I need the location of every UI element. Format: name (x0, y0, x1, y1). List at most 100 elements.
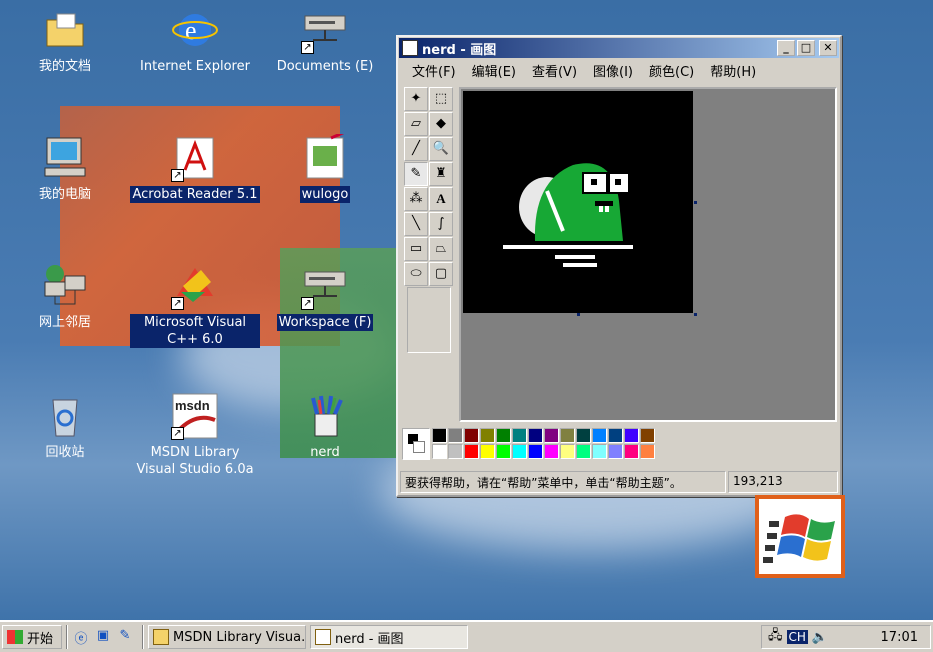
clock[interactable]: 17:01 (881, 630, 918, 645)
menu-view[interactable]: 查看(V) (524, 61, 585, 80)
divider (66, 625, 68, 649)
brush-tool-icon[interactable]: ♜ (429, 162, 453, 186)
shortcut-arrow-icon: ↗ (171, 297, 184, 310)
network-tray-icon[interactable]: 🖧 (768, 626, 783, 648)
close-button[interactable]: ✕ (819, 40, 837, 56)
free-select-tool-icon[interactable]: ✦ (404, 87, 428, 111)
desktop-quicklaunch-icon[interactable]: ▣ (94, 628, 112, 646)
network-drive-icon: ↗ (301, 6, 349, 54)
shortcut-arrow-icon: ↗ (171, 427, 184, 440)
color-swatch[interactable] (528, 444, 543, 459)
color-swatch[interactable] (448, 428, 463, 443)
eraser-tool-icon[interactable]: ▱ (404, 112, 428, 136)
drawing-canvas[interactable] (463, 91, 693, 313)
canvas-area[interactable] (459, 87, 837, 422)
line-tool-icon[interactable]: ╲ (404, 212, 428, 236)
polygon-tool-icon[interactable]: ⏢ (429, 237, 453, 261)
pencil-tool-icon[interactable]: ✎ (404, 162, 428, 186)
task-button-paint[interactable]: nerd - 画图 (310, 625, 468, 649)
resize-handle[interactable] (694, 201, 697, 204)
desktop-icon-recycle-bin[interactable]: 回收站 (0, 392, 130, 461)
color-swatch[interactable] (608, 428, 623, 443)
icon-label: Acrobat Reader 5.1 (130, 186, 260, 203)
divider (142, 625, 144, 649)
paint-window[interactable]: nerd - 画图 _ □ ✕ 文件(F) 编辑(E) 查看(V) 图像(I) … (396, 35, 842, 497)
desktop-icon-visual-cpp[interactable]: ↗ Microsoft Visual C++ 6.0 (130, 262, 260, 348)
start-button[interactable]: 开始 (2, 625, 62, 649)
language-indicator[interactable]: CH (786, 630, 808, 644)
color-swatch[interactable] (624, 444, 639, 459)
desktop-icon-acrobat-reader[interactable]: ↗ Acrobat Reader 5.1 (130, 134, 260, 203)
icon-label: 网上邻居 (38, 315, 91, 330)
toolbox: ✦ ⬚ ▱ ◆ ╱ 🔍 ✎ ♜ ⁂ A ╲ ∫ ▭ ⏢ ⬭ ▢ (404, 87, 454, 353)
desktop-icon-nerd[interactable]: nerd (260, 392, 390, 461)
eyedropper-tool-icon[interactable]: ╱ (404, 137, 428, 161)
menu-edit[interactable]: 编辑(E) (464, 61, 524, 80)
menu-colors[interactable]: 颜色(C) (641, 61, 702, 80)
color-swatch[interactable] (512, 444, 527, 459)
color-swatch[interactable] (448, 444, 463, 459)
desktop-icon-network-neighborhood[interactable]: 网上邻居 (0, 262, 130, 331)
desktop-icon-internet-explorer[interactable]: e Internet Explorer (130, 6, 260, 75)
color-swatch[interactable] (544, 428, 559, 443)
nerd-drawing-image (503, 163, 633, 267)
desktop-icon-msdn-library[interactable]: msdn ↗ MSDN Library Visual Studio 6.0a (130, 392, 260, 478)
desktop-icon-my-documents[interactable]: 我的文档 (0, 6, 130, 75)
text-tool-icon[interactable]: A (429, 187, 453, 211)
color-swatch[interactable] (512, 428, 527, 443)
ie-quicklaunch-icon[interactable]: ⓔ (72, 628, 90, 647)
status-bar: 要获得帮助，请在“帮助”菜单中，单击“帮助主题”。 193,213 (400, 471, 838, 493)
color-swatch[interactable] (624, 428, 639, 443)
desktop-icon-workspace-f[interactable]: ↗ Workspace (F) (260, 262, 390, 331)
rounded-rect-tool-icon[interactable]: ▢ (429, 262, 453, 286)
color-swatch[interactable] (576, 428, 591, 443)
color-swatch[interactable] (608, 444, 623, 459)
color-swatch[interactable] (560, 428, 575, 443)
color-swatch[interactable] (640, 428, 655, 443)
rectangle-tool-icon[interactable]: ▭ (404, 237, 428, 261)
svg-text:msdn: msdn (175, 398, 210, 413)
color-swatch[interactable] (528, 428, 543, 443)
fill-tool-icon[interactable]: ◆ (429, 112, 453, 136)
editor-quicklaunch-icon[interactable]: ✎ (116, 628, 134, 646)
color-swatch[interactable] (544, 444, 559, 459)
icon-label: 回收站 (45, 445, 85, 460)
desktop-icon-documents-e[interactable]: ↗ Documents (E) (260, 6, 390, 75)
title-bar[interactable]: nerd - 画图 _ □ ✕ (399, 38, 839, 58)
color-swatch[interactable] (496, 428, 511, 443)
color-swatch[interactable] (480, 428, 495, 443)
color-swatch[interactable] (496, 444, 511, 459)
color-swatch[interactable] (464, 428, 479, 443)
ellipse-tool-icon[interactable]: ⬭ (404, 262, 428, 286)
color-swatch[interactable] (592, 444, 607, 459)
rect-select-tool-icon[interactable]: ⬚ (429, 87, 453, 111)
menu-help[interactable]: 帮助(H) (702, 61, 764, 80)
color-swatch[interactable] (576, 444, 591, 459)
task-button-msdn[interactable]: MSDN Library Visua... (148, 625, 306, 649)
color-swatch[interactable] (592, 428, 607, 443)
color-swatch[interactable] (464, 444, 479, 459)
color-swatch[interactable] (480, 444, 495, 459)
resize-handle[interactable] (694, 313, 697, 316)
color-swatch[interactable] (640, 444, 655, 459)
recycle-bin-icon (41, 392, 89, 440)
color-swatch[interactable] (560, 444, 575, 459)
resize-handle[interactable] (577, 313, 580, 316)
color-swatch[interactable] (432, 444, 447, 459)
start-label: 开始 (27, 631, 54, 647)
visual-cpp-icon: ↗ (171, 262, 219, 310)
curve-tool-icon[interactable]: ∫ (429, 212, 453, 236)
current-colors[interactable] (402, 428, 430, 460)
menu-image[interactable]: 图像(I) (585, 61, 641, 80)
shortcut-arrow-icon: ↗ (301, 297, 314, 310)
color-swatch[interactable] (432, 428, 447, 443)
volume-icon[interactable]: 🔈 (812, 630, 828, 645)
maximize-button[interactable]: □ (797, 40, 815, 56)
desktop-icon-my-computer[interactable]: 我的电脑 (0, 134, 130, 203)
desktop-icon-wulogo[interactable]: wulogo (260, 130, 390, 203)
tool-options-panel[interactable] (407, 287, 451, 353)
minimize-button[interactable]: _ (777, 40, 795, 56)
magnifier-tool-icon[interactable]: 🔍 (429, 137, 453, 161)
airbrush-tool-icon[interactable]: ⁂ (404, 187, 428, 211)
menu-file[interactable]: 文件(F) (404, 61, 464, 80)
